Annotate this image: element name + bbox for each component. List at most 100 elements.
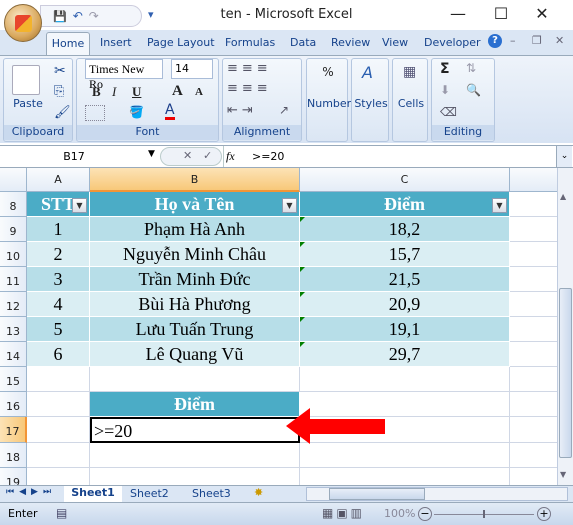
sheet-tab-sheet3[interactable]: Sheet3 bbox=[192, 487, 231, 500]
macro-record-icon[interactable]: ▤ bbox=[56, 506, 67, 520]
cell[interactable] bbox=[510, 443, 557, 468]
row-header-13[interactable]: 13 bbox=[0, 317, 27, 342]
cell[interactable] bbox=[510, 267, 557, 292]
row-header-16[interactable]: 16 bbox=[0, 392, 27, 417]
cell[interactable] bbox=[510, 468, 557, 485]
cell[interactable] bbox=[300, 468, 510, 485]
horizontal-scroll-thumb[interactable] bbox=[329, 488, 425, 500]
scroll-down-icon[interactable]: ▼ bbox=[560, 470, 566, 479]
sheet-tab-sheet2[interactable]: Sheet2 bbox=[130, 487, 169, 500]
worksheet-grid[interactable]: A B C 8 STT ▼ Họ và Tên ▼ Điểm ▼ 9 1 Phạm Hà Anh 1… bbox=[0, 168, 557, 485]
minimize-button[interactable]: — bbox=[443, 4, 473, 23]
tab-developer[interactable]: Developer bbox=[424, 36, 481, 49]
cell[interactable] bbox=[27, 367, 90, 392]
enter-button[interactable]: ✓ bbox=[203, 149, 212, 162]
clear-icon[interactable]: ⌫ bbox=[440, 105, 457, 119]
row-header-11[interactable]: 11 bbox=[0, 267, 27, 292]
table-cell[interactable]: 1 bbox=[27, 217, 90, 242]
table-cell[interactable]: Phạm Hà Anh bbox=[90, 217, 300, 242]
cell[interactable] bbox=[27, 417, 90, 443]
cell[interactable] bbox=[27, 392, 90, 417]
table-cell[interactable]: Lê Quang Vũ bbox=[90, 342, 300, 367]
sort-filter-icon[interactable]: ⇅ bbox=[466, 61, 476, 75]
font-name-select[interactable]: Times New Ro bbox=[85, 59, 163, 91]
cell[interactable] bbox=[27, 468, 90, 485]
shrink-font-button[interactable]: A bbox=[195, 86, 203, 98]
row-header-9[interactable]: 9 bbox=[0, 217, 27, 242]
column-header-c[interactable]: C bbox=[300, 168, 510, 192]
row-header-15[interactable]: 15 bbox=[0, 367, 27, 392]
italic-button[interactable]: I bbox=[112, 84, 116, 100]
row-header-8[interactable]: 8 bbox=[0, 192, 27, 217]
maximize-button[interactable]: ☐ bbox=[486, 4, 516, 23]
paste-button[interactable]: Paste bbox=[8, 97, 48, 110]
select-all-button[interactable] bbox=[0, 168, 27, 192]
tab-view[interactable]: View bbox=[382, 36, 408, 49]
table-cell[interactable]: 5 bbox=[27, 317, 90, 342]
vertical-scrollbar[interactable]: ▲ ▼ bbox=[557, 168, 573, 485]
number-button[interactable]: Number bbox=[307, 97, 351, 110]
cells-button[interactable]: Cells bbox=[393, 97, 429, 110]
row-header-17[interactable]: 17 bbox=[0, 417, 27, 443]
table-cell[interactable]: Bùi Hà Phương bbox=[90, 292, 300, 317]
cell[interactable] bbox=[90, 443, 300, 468]
row-header-12[interactable]: 12 bbox=[0, 292, 27, 317]
filter-dropdown-button[interactable]: ▼ bbox=[282, 198, 297, 213]
column-header-d[interactable] bbox=[510, 168, 557, 192]
cell[interactable] bbox=[27, 443, 90, 468]
filter-dropdown-button[interactable]: ▼ bbox=[492, 198, 507, 213]
font-size-select[interactable]: 14 bbox=[171, 59, 213, 79]
table-cell[interactable]: Lưu Tuấn Trung bbox=[90, 317, 300, 342]
zoom-slider-thumb[interactable] bbox=[483, 510, 485, 518]
cell[interactable] bbox=[510, 392, 557, 417]
row-header-19[interactable]: 19 bbox=[0, 468, 27, 485]
close-button[interactable]: ✕ bbox=[527, 4, 557, 23]
sheet-tab-sheet1[interactable]: Sheet1 bbox=[64, 486, 122, 502]
cell[interactable] bbox=[90, 468, 300, 485]
vertical-align-icons[interactable]: ≡≡≡ bbox=[227, 61, 272, 76]
horizontal-scrollbar[interactable] bbox=[306, 487, 568, 501]
bold-button[interactable]: B bbox=[92, 84, 101, 100]
tab-home[interactable]: Home bbox=[46, 32, 90, 56]
orientation-icon[interactable]: ↗ bbox=[279, 103, 289, 117]
font-color-button[interactable]: A bbox=[165, 103, 175, 120]
autosum-button[interactable]: Σ bbox=[440, 61, 450, 77]
row-header-14[interactable]: 14 bbox=[0, 342, 27, 367]
cut-icon[interactable]: ✂ bbox=[54, 63, 66, 79]
tab-insert[interactable]: Insert bbox=[100, 36, 132, 49]
criteria-header-cell[interactable]: Điểm bbox=[90, 392, 300, 417]
view-buttons[interactable]: ▦▣▥ bbox=[322, 506, 365, 520]
grow-font-button[interactable]: A bbox=[172, 83, 183, 100]
horizontal-align-icons[interactable]: ≡≡≡ bbox=[227, 81, 272, 96]
find-select-icon[interactable]: 🔍 bbox=[466, 83, 481, 97]
name-box-dropdown-icon[interactable]: ▼ bbox=[148, 149, 155, 159]
scroll-up-icon[interactable]: ▲ bbox=[560, 192, 566, 201]
borders-icon[interactable] bbox=[85, 105, 105, 121]
cell[interactable] bbox=[510, 367, 557, 392]
zoom-out-button[interactable]: − bbox=[418, 507, 432, 521]
cell[interactable] bbox=[510, 192, 557, 217]
help-icon[interactable]: ? bbox=[488, 34, 502, 48]
percent-icon[interactable]: % bbox=[315, 65, 341, 79]
name-box[interactable]: B17 bbox=[0, 146, 148, 167]
cell[interactable] bbox=[90, 367, 300, 392]
office-button[interactable] bbox=[4, 4, 42, 42]
column-header-a[interactable]: A bbox=[27, 168, 90, 192]
cell[interactable] bbox=[510, 292, 557, 317]
table-cell[interactable]: 6 bbox=[27, 342, 90, 367]
table-cell[interactable]: 3 bbox=[27, 267, 90, 292]
copy-icon[interactable]: ⎘ bbox=[54, 84, 64, 99]
cell[interactable] bbox=[510, 242, 557, 267]
indent-icons[interactable]: ⇤⇥ bbox=[227, 103, 257, 118]
tab-formulas[interactable]: Formulas bbox=[225, 36, 275, 49]
active-cell-b17[interactable]: >=20 bbox=[90, 417, 300, 443]
column-header-b[interactable]: B bbox=[90, 168, 300, 192]
zoom-level[interactable]: 100% bbox=[384, 507, 415, 520]
formula-input[interactable]: >=20 bbox=[252, 150, 284, 163]
workbook-close-icon[interactable]: ✕ bbox=[555, 34, 564, 47]
cell[interactable] bbox=[510, 417, 557, 443]
cancel-button[interactable]: ✕ bbox=[183, 149, 192, 162]
cell[interactable] bbox=[510, 317, 557, 342]
fill-icon[interactable]: ⬇ bbox=[440, 83, 450, 97]
table-cell[interactable]: Trần Minh Đức bbox=[90, 267, 300, 292]
